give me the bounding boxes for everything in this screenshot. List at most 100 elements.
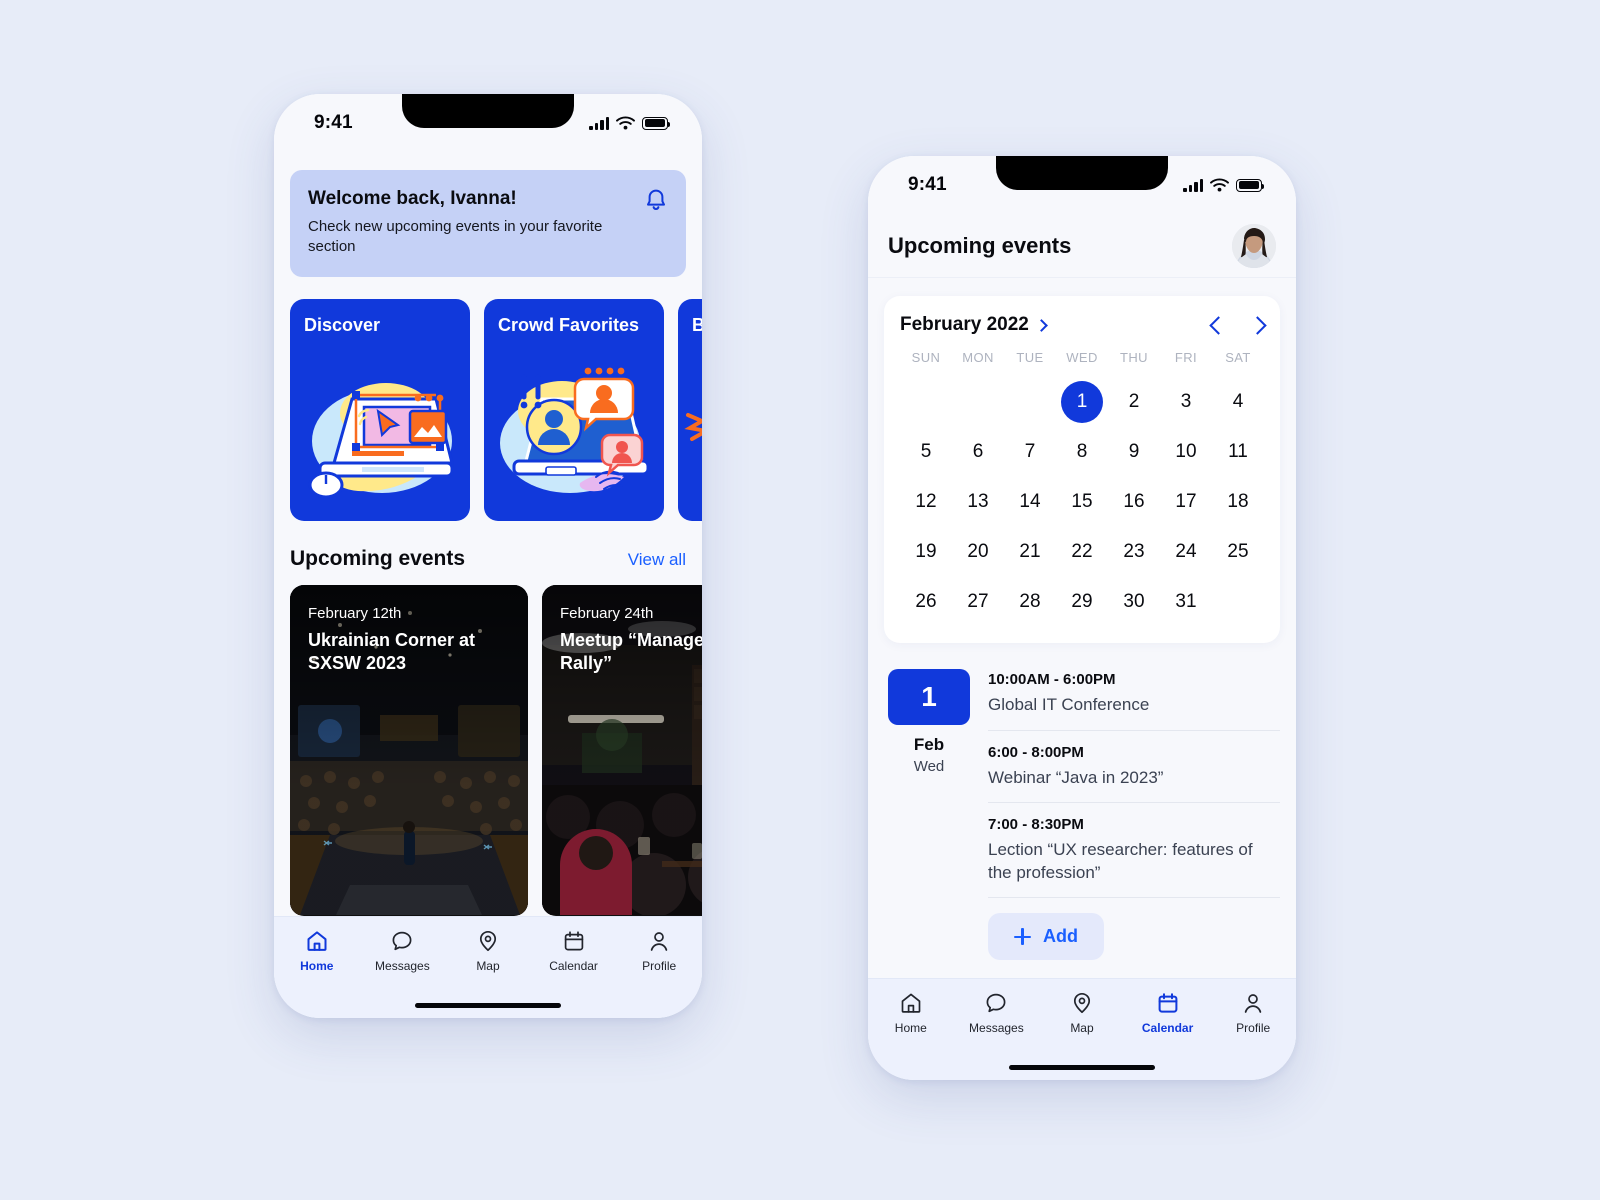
laptop-design-illustration xyxy=(308,383,454,499)
day-cell[interactable]: 3 xyxy=(1160,377,1212,427)
schedule-slot[interactable]: 10:00AM - 6:00PM Global IT Conference xyxy=(988,669,1280,731)
day-cell[interactable]: 29 xyxy=(1056,577,1108,627)
day-cell[interactable]: 2 xyxy=(1108,377,1160,427)
tab-messages[interactable]: Messages xyxy=(360,929,446,973)
calendar-nav xyxy=(1209,315,1267,335)
section-title: Upcoming events xyxy=(290,547,466,571)
day-cell[interactable]: 10 xyxy=(1160,427,1212,477)
tab-bar: Home Messages Map Calendar Profile xyxy=(868,978,1296,1054)
day-cell[interactable]: 28 xyxy=(1004,577,1056,627)
page-header: Upcoming events xyxy=(868,214,1296,278)
day-cell-empty xyxy=(952,377,1004,427)
schedule-slot[interactable]: 7:00 - 8:30PM Lection “UX researcher: fe… xyxy=(988,816,1280,899)
month-label: February 2022 xyxy=(900,314,1029,335)
slot-name: Global IT Conference xyxy=(988,695,1150,714)
day-cell[interactable]: 6 xyxy=(952,427,1004,477)
status-time: 9:41 xyxy=(908,174,947,195)
weekday-label: FRI xyxy=(1174,350,1198,365)
month-selector[interactable]: February 2022 xyxy=(900,314,1048,336)
home-icon xyxy=(307,931,327,951)
day-cell[interactable]: 4 xyxy=(1212,377,1264,427)
day-cell[interactable]: 13 xyxy=(952,477,1004,527)
tab-map[interactable]: Map xyxy=(1039,991,1125,1035)
tab-map[interactable]: Map xyxy=(445,929,531,973)
tab-calendar[interactable]: Calendar xyxy=(531,929,617,973)
event-card[interactable]: February 12th Ukrainian Corner at SXSW 2… xyxy=(290,585,528,916)
tab-messages[interactable]: Messages xyxy=(954,991,1040,1035)
event-card[interactable]: February 24th Meetup “Management Rally” xyxy=(542,585,702,916)
day-cell[interactable]: 16 xyxy=(1108,477,1160,527)
day-cell[interactable]: 23 xyxy=(1108,527,1160,577)
slot-time: 7:00 - 8:30PM xyxy=(988,816,1084,834)
day-schedule: 1 Feb Wed 10:00AM - 6:00PM Global IT Con… xyxy=(868,643,1296,978)
day-cell[interactable]: 15 xyxy=(1056,477,1108,527)
calendar-card: February 2022 SUN MON TUE WED THU FRI SAT 1234… xyxy=(884,296,1280,643)
slot-time: 10:00AM - 6:00PM xyxy=(988,671,1116,688)
avatar[interactable] xyxy=(1232,223,1276,268)
day-cell[interactable]: 11 xyxy=(1212,427,1264,477)
day-cell[interactable]: 21 xyxy=(1004,527,1056,577)
tab-label: Messages xyxy=(375,959,430,973)
day-cell[interactable]: 22 xyxy=(1056,527,1108,577)
day-cell[interactable]: 8 xyxy=(1056,427,1108,477)
partial-card-illustration xyxy=(684,413,702,442)
view-all-link[interactable]: View all xyxy=(628,550,686,570)
tab-label: Home xyxy=(300,959,334,973)
person-icon xyxy=(650,932,668,951)
notch xyxy=(996,156,1168,190)
event-cards: February 12th Ukrainian Corner at SXSW 2… xyxy=(290,585,702,916)
event-card-text: February 12th Ukrainian Corner at SXSW 2… xyxy=(290,585,528,674)
signal-bars-icon xyxy=(1183,178,1203,192)
home-content: Welcome back, Ivanna! Check new upcoming… xyxy=(274,152,702,916)
day-cell[interactable]: 5 xyxy=(900,427,952,477)
add-button[interactable]: Add xyxy=(988,913,1104,961)
schedule-slot[interactable]: 6:00 - 8:00PM Webinar “Java in 2023” xyxy=(988,744,1280,804)
tab-home[interactable]: Home xyxy=(274,929,360,973)
chevron-right-icon[interactable] xyxy=(1248,315,1267,335)
day-cell[interactable]: 25 xyxy=(1212,527,1264,577)
status-time: 9:41 xyxy=(314,112,353,133)
welcome-subtitle: Check new upcoming events in your favori… xyxy=(308,218,603,256)
chevron-left-icon[interactable] xyxy=(1209,315,1228,335)
tab-label: Messages xyxy=(969,1021,1024,1035)
category-label: B xyxy=(692,315,702,336)
tab-bar: Home Messages Map Calendar Profile xyxy=(274,916,702,992)
bell-icon[interactable] xyxy=(644,188,668,214)
weekday-label: SAT xyxy=(1225,350,1251,365)
day-cell[interactable]: 31 xyxy=(1160,577,1212,627)
category-card-discover[interactable]: Discover xyxy=(290,299,470,522)
day-cell[interactable]: 7 xyxy=(1004,427,1056,477)
tab-calendar[interactable]: Calendar xyxy=(1125,991,1211,1035)
day-cell[interactable]: 20 xyxy=(952,527,1004,577)
weekday-label: THU xyxy=(1120,350,1148,365)
tab-profile[interactable]: Profile xyxy=(1210,991,1296,1035)
day-cell[interactable]: 18 xyxy=(1212,477,1264,527)
day-cell[interactable]: 27 xyxy=(952,577,1004,627)
day-cell[interactable]: 30 xyxy=(1108,577,1160,627)
day-cell[interactable]: 9 xyxy=(1108,427,1160,477)
tab-home[interactable]: Home xyxy=(868,991,954,1035)
map-pin-icon xyxy=(1073,992,1091,1014)
notch xyxy=(402,94,574,128)
home-indicator xyxy=(868,1054,1296,1080)
slot-name: Lection “UX researcher: features of the … xyxy=(988,840,1253,882)
day-cell[interactable]: 12 xyxy=(900,477,952,527)
weekday-label: SUN xyxy=(911,350,941,365)
calendar-content: Upcoming events February 2022 SUN MON TU… xyxy=(868,214,1296,978)
day-cell[interactable]: 17 xyxy=(1160,477,1212,527)
phone-mockup-calendar: 9:41 Upcoming events February 2022 SUN M… xyxy=(868,156,1296,1080)
tab-profile[interactable]: Profile xyxy=(616,929,702,973)
day-cell[interactable]: 19 xyxy=(900,527,952,577)
schedule-day-number: 1 xyxy=(888,669,970,725)
day-cell[interactable]: 14 xyxy=(1004,477,1056,527)
category-label: Crowd Favorites xyxy=(498,315,640,336)
category-card-crowd-favorites[interactable]: Crowd Favorites xyxy=(484,299,664,522)
add-button-label: Add xyxy=(1043,926,1078,947)
signal-bars-icon xyxy=(589,116,609,130)
day-cell[interactable]: 26 xyxy=(900,577,952,627)
schedule-day-badge: 1 Feb Wed xyxy=(888,669,970,978)
category-card-partial[interactable]: B xyxy=(678,299,702,522)
day-cell-selected[interactable]: 1 xyxy=(1056,377,1108,427)
category-label: Discover xyxy=(304,315,381,336)
day-cell[interactable]: 24 xyxy=(1160,527,1212,577)
